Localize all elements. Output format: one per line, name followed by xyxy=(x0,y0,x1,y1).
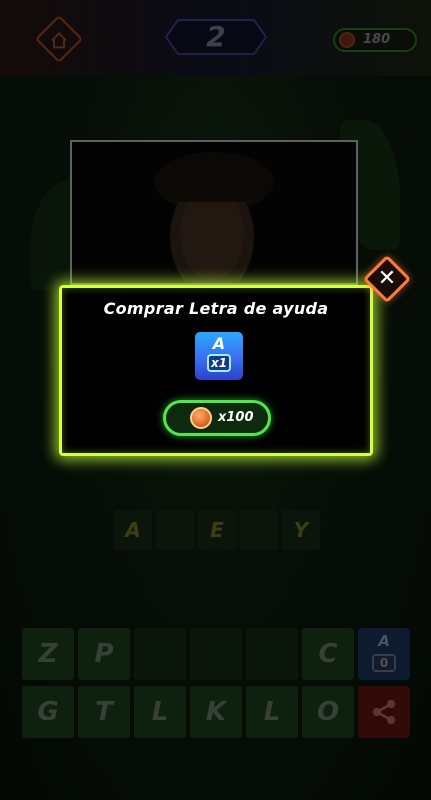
dialog-title: Comprar Letra de ayuda xyxy=(103,299,329,318)
hint-card-qty: x1 xyxy=(207,354,231,372)
hint-letter-card: A x1 xyxy=(195,332,243,380)
coin-icon xyxy=(190,407,212,429)
buy-price: x100 xyxy=(218,410,254,425)
hint-card-letter: A xyxy=(212,334,226,353)
buy-button[interactable]: x100 xyxy=(163,400,271,436)
close-icon: ✕ xyxy=(377,266,397,291)
buy-hint-dialog: Comprar Letra de ayuda A x1 x100 xyxy=(59,285,373,456)
